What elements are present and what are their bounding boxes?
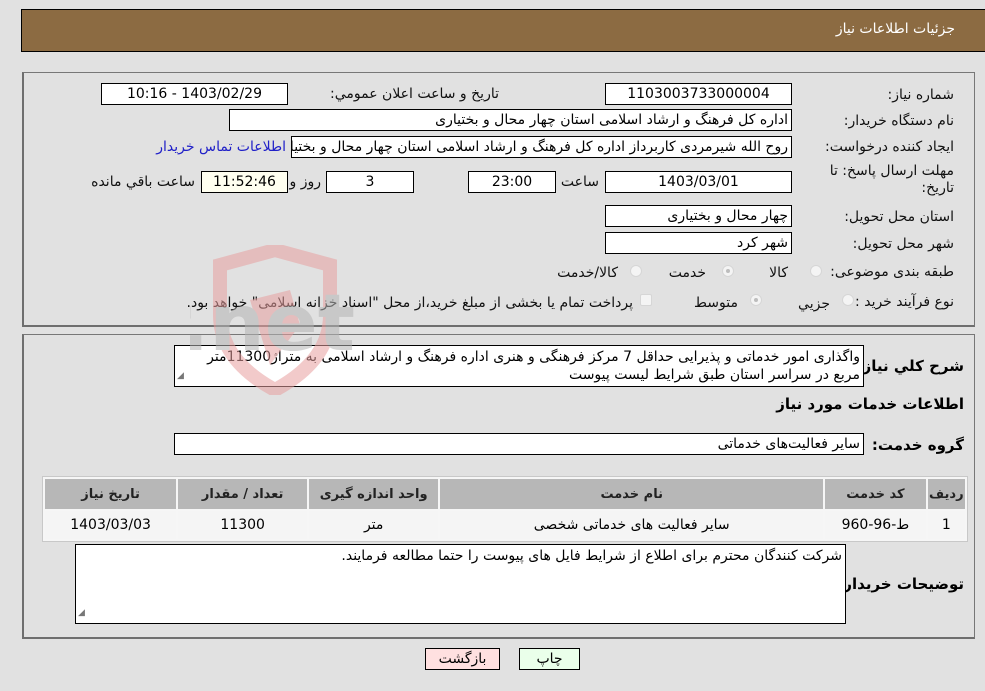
city-field: شهر کرد xyxy=(605,232,792,254)
process-radio-medium[interactable] xyxy=(750,294,762,306)
table-row: 1 ط-96-960 سایر فعالیت های خدماتی شخصی م… xyxy=(45,511,965,539)
days-label: روز و xyxy=(289,174,322,190)
description-textarea[interactable]: واگذاری امور خدماتی و پذیرایی حداقل 7 مر… xyxy=(174,345,864,387)
cell-quantity: 11300 xyxy=(178,511,308,539)
col-quantity: تعداد / مقدار xyxy=(178,479,308,509)
treasury-payment-checkbox[interactable] xyxy=(640,294,652,306)
cell-unit: متر xyxy=(309,511,439,539)
service-group-label: گروه خدمت: xyxy=(871,436,964,454)
deadline-date-field: 1403/03/01 xyxy=(605,171,792,193)
remaining-time-label: ساعت باقي مانده xyxy=(91,174,195,190)
need-details-panel: شماره نیاز: 1103003733000004 تاریخ و ساع… xyxy=(22,72,975,327)
services-section-title: اطلاعات خدمات مورد نیاز xyxy=(776,395,964,413)
process-option-minor: جزيي xyxy=(798,296,830,312)
cell-service-code: ط-96-960 xyxy=(825,511,926,539)
buyer-notes-textarea[interactable]: شرکت کنندگان محترم برای اطلاع از شرایط ف… xyxy=(75,544,846,624)
treasury-payment-note: پرداخت تمام یا بخشی از مبلغ خرید،از محل … xyxy=(186,295,633,311)
services-table-header: ردیف کد خدمت نام خدمت واحد اندازه گیری ت… xyxy=(45,479,965,509)
cell-need-date: 1403/03/03 xyxy=(45,511,177,539)
category-radio-service[interactable] xyxy=(722,265,734,277)
category-label: طبقه بندی موضوعی: xyxy=(830,264,954,280)
creator-field: روح الله شیرمردی کاربرداز اداره کل فرهنگ… xyxy=(291,136,792,158)
page-title: جزئیات اطلاعات نیاز xyxy=(835,21,955,37)
col-need-date: تاریخ نیاز xyxy=(45,479,177,509)
description-text: واگذاری امور خدماتی و پذیرایی حداقل 7 مر… xyxy=(207,349,860,383)
city-label: شهر محل تحویل: xyxy=(852,236,954,252)
services-table: ردیف کد خدمت نام خدمت واحد اندازه گیری ت… xyxy=(42,476,968,542)
category-radio-goods[interactable] xyxy=(810,265,822,277)
buyer-org-field: اداره کل فرهنگ و ارشاد اسلامی استان چهار… xyxy=(229,109,792,131)
col-row-number: ردیف xyxy=(927,479,965,509)
process-option-medium: متوسط xyxy=(694,295,738,311)
category-radio-goods-service[interactable] xyxy=(630,265,642,277)
buyer-notes-text: شرکت کنندگان محترم برای اطلاع از شرایط ف… xyxy=(341,548,842,564)
resize-grip-icon[interactable]: ◢ xyxy=(78,604,85,622)
buyer-notes-label: توضیحات خریدار: xyxy=(837,575,964,593)
page-header: جزئیات اطلاعات نیاز xyxy=(21,9,985,52)
province-label: استان محل تحویل: xyxy=(844,209,954,225)
deadline-label: مهلت ارسال پاسخ: تا تاریخ: xyxy=(829,163,954,196)
province-field: چهار محال و بختیاری xyxy=(605,205,792,227)
creator-label: ایجاد کننده درخواست: xyxy=(825,139,954,155)
resize-grip-icon[interactable]: ◢ xyxy=(177,367,184,385)
process-radio-minor[interactable] xyxy=(842,294,854,306)
process-label: نوع فرآیند خرید : xyxy=(855,294,954,310)
need-number-field: 1103003733000004 xyxy=(605,83,792,105)
need-number-label: شماره نیاز: xyxy=(887,87,955,103)
description-label: شرح کلي نیاز: xyxy=(856,357,964,375)
col-service-name: نام خدمت xyxy=(440,479,824,509)
need-services-panel: شرح کلي نیاز: واگذاری امور خدماتی و پذیر… xyxy=(22,334,975,639)
category-option-goods: کالا xyxy=(769,265,788,281)
deadline-time-label: ساعت xyxy=(560,174,599,190)
deadline-time-field: 23:00 xyxy=(468,171,556,193)
service-group-field: سایر فعالیت‌های خدماتی xyxy=(174,433,864,455)
category-option-service: خدمت xyxy=(668,265,706,281)
announce-date-label: تاریخ و ساعت اعلان عمومي: xyxy=(330,86,499,102)
buyer-org-label: نام دستگاه خریدار: xyxy=(843,113,954,129)
back-button[interactable]: بازگشت xyxy=(425,648,500,670)
remaining-time-field: 11:52:46 xyxy=(201,171,288,193)
cell-service-name: سایر فعالیت های خدماتی شخصی xyxy=(440,511,824,539)
cell-row-number: 1 xyxy=(927,511,965,539)
col-unit: واحد اندازه گیری xyxy=(309,479,439,509)
category-option-goods-service: کالا/خدمت xyxy=(557,265,618,281)
announce-date-field: 1403/02/29 - 10:16 xyxy=(101,83,288,105)
remaining-days-field: 3 xyxy=(326,171,414,193)
print-button[interactable]: چاپ xyxy=(519,648,580,670)
col-service-code: کد خدمت xyxy=(825,479,926,509)
buyer-contact-link[interactable]: اطلاعات تماس خریدار xyxy=(156,139,286,155)
